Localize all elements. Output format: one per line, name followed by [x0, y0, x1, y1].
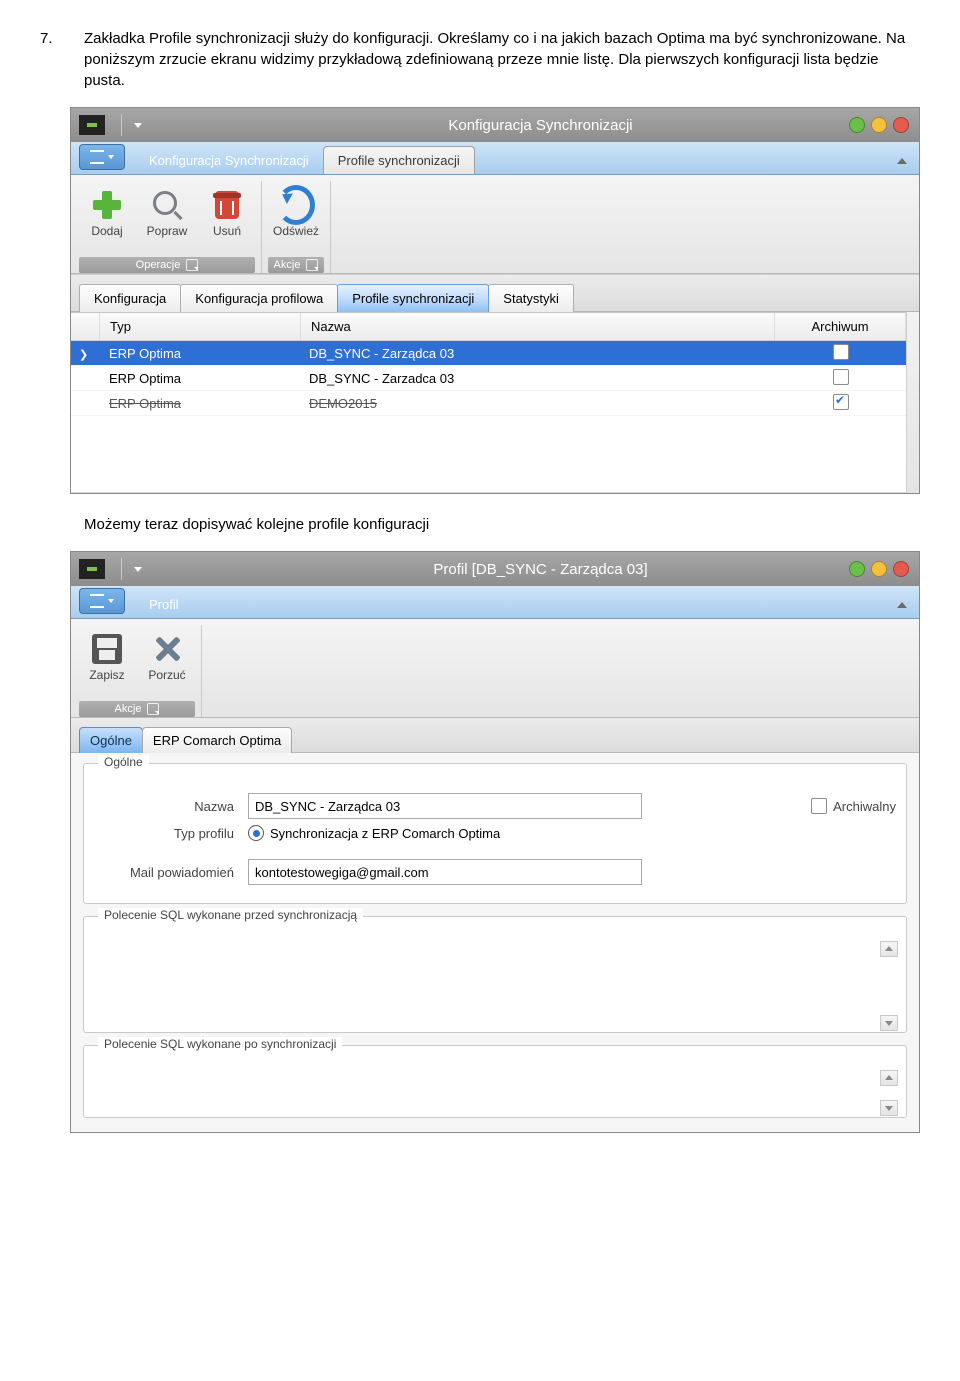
sync-config-window: Konfiguracja Synchronizacji Konfiguracja… — [70, 107, 920, 494]
edit-button[interactable]: Popraw — [139, 181, 195, 253]
app-icon[interactable] — [79, 115, 105, 135]
subtab-config-profile[interactable]: Konfiguracja profilowa — [180, 284, 338, 312]
window-title: Konfiguracja Synchronizacji — [142, 117, 849, 134]
x-icon — [153, 635, 181, 663]
ribbon-group-actions: Zapisz Porzuć Akcje — [77, 625, 202, 717]
maximize-button[interactable] — [871, 117, 887, 133]
qat-dropdown-icon[interactable] — [134, 567, 142, 572]
ribbon-tab-config[interactable]: Konfiguracja Synchronizacji — [135, 147, 323, 174]
minimize-button[interactable] — [849, 117, 865, 133]
col-type[interactable]: Typ — [100, 313, 301, 340]
form-tab-erp[interactable]: ERP Comarch Optima — [142, 727, 292, 753]
fieldset-sql-after: Polecenie SQL wykonane po synchronizacji — [83, 1045, 907, 1118]
quick-access-toolbar[interactable] — [79, 588, 125, 614]
mid-paragraph: Możemy teraz dopisywać kolejne profile k… — [84, 516, 912, 533]
close-button[interactable] — [893, 117, 909, 133]
col-name[interactable]: Nazwa — [301, 313, 775, 340]
archive-checkbox[interactable] — [833, 369, 849, 385]
archive-checkbox[interactable] — [833, 344, 849, 360]
ribbon-tab-profiles[interactable]: Profile synchronizacji — [323, 146, 475, 174]
form-tab-strip: Ogólne ERP Comarch Optima — [71, 718, 919, 753]
textarea-scrollbar[interactable] — [880, 940, 896, 1032]
titlebar[interactable]: Profil [DB_SYNC - Zarządca 03] — [71, 552, 919, 586]
magnifier-icon — [153, 191, 181, 219]
subtab-stats[interactable]: Statystyki — [488, 284, 574, 312]
name-input[interactable] — [248, 793, 642, 819]
grid-row[interactable]: ERP Optima DEMO2015 — [71, 391, 906, 416]
refresh-icon — [277, 185, 315, 225]
subtab-config[interactable]: Konfiguracja — [79, 284, 181, 312]
ribbon-tab-strip: Profil — [71, 586, 919, 619]
textarea-scrollbar[interactable] — [880, 1069, 896, 1117]
minimize-button[interactable] — [849, 561, 865, 577]
sub-tab-strip: Konfiguracja Konfiguracja profilowa Prof… — [71, 274, 919, 312]
list-number: 7. — [62, 28, 84, 49]
save-button[interactable]: Zapisz — [79, 625, 135, 697]
group-dialog-launcher[interactable] — [147, 703, 159, 715]
ribbon-collapse-icon[interactable] — [897, 602, 907, 608]
form-tab-general[interactable]: Ogólne — [79, 727, 143, 753]
group-dialog-launcher[interactable] — [306, 259, 318, 271]
radio-sync-erp[interactable] — [248, 825, 264, 841]
fieldset-sql-before: Polecenie SQL wykonane przed synchroniza… — [83, 916, 907, 1033]
plus-icon — [92, 190, 122, 220]
vertical-scrollbar[interactable] — [906, 312, 919, 493]
instruction-paragraph: 7.Zakładka Profile synchronizacji służy … — [84, 28, 912, 91]
col-archive[interactable]: Archiwum — [775, 313, 906, 340]
grid-row[interactable]: ERP Optima DB_SYNC - Zarzadca 03 — [71, 366, 906, 391]
maximize-button[interactable] — [871, 561, 887, 577]
grid-row[interactable]: ERP Optima DB_SYNC - Zarządca 03 — [71, 341, 906, 366]
window-title: Profil [DB_SYNC - Zarządca 03] — [142, 561, 849, 578]
titlebar[interactable]: Konfiguracja Synchronizacji — [71, 108, 919, 142]
ribbon-collapse-icon[interactable] — [897, 158, 907, 164]
ribbon-tab-profile[interactable]: Profil — [135, 591, 193, 618]
ribbon: Dodaj Popraw Usuń Operacje Odśwież Akcje — [71, 175, 919, 274]
ribbon-tab-strip: Konfiguracja Synchronizacji Profile sync… — [71, 142, 919, 175]
profile-window: Profil [DB_SYNC - Zarządca 03] Profil Za… — [70, 551, 920, 1133]
delete-button[interactable]: Usuń — [199, 181, 255, 253]
ribbon: Zapisz Porzuć Akcje — [71, 619, 919, 718]
subtab-profiles[interactable]: Profile synchronizacji — [337, 284, 489, 312]
fieldset-general: Ogólne Nazwa Archiwalny Typ profilu Sync… — [83, 763, 907, 904]
archive-checkbox-wrap: Archiwalny — [811, 798, 896, 814]
ribbon-group-actions: Odśwież Akcje — [266, 181, 331, 273]
fieldset-legend: Polecenie SQL wykonane po synchronizacji — [98, 1037, 342, 1051]
discard-button[interactable]: Porzuć — [139, 625, 195, 697]
fieldset-legend: Polecenie SQL wykonane przed synchroniza… — [98, 908, 363, 922]
fieldset-legend: Ogólne — [98, 755, 149, 769]
form-body: Ogólne Nazwa Archiwalny Typ profilu Sync… — [71, 753, 919, 1132]
archive-checkbox[interactable] — [833, 394, 849, 410]
instruction-text: Zakładka Profile synchronizacji służy do… — [84, 30, 905, 89]
grid-header: Typ Nazwa Archiwum — [71, 313, 906, 341]
sql-after-textarea[interactable] — [94, 1069, 880, 1113]
group-dialog-launcher[interactable] — [186, 259, 198, 271]
sql-before-textarea[interactable] — [94, 940, 880, 1028]
app-icon[interactable] — [79, 559, 105, 579]
qat-dropdown-icon[interactable] — [134, 123, 142, 128]
label-profile-type: Typ profilu — [94, 826, 248, 841]
close-button[interactable] — [893, 561, 909, 577]
archive-checkbox[interactable] — [811, 798, 827, 814]
mail-input[interactable] — [248, 859, 642, 885]
trash-icon — [215, 191, 239, 219]
label-mail: Mail powiadomień — [94, 865, 248, 880]
refresh-button[interactable]: Odśwież — [268, 181, 324, 253]
profiles-grid: Typ Nazwa Archiwum ERP Optima DB_SYNC - … — [71, 312, 919, 493]
add-button[interactable]: Dodaj — [79, 181, 135, 253]
label-name: Nazwa — [94, 799, 248, 814]
ribbon-group-operations: Dodaj Popraw Usuń Operacje — [77, 181, 262, 273]
quick-access-toolbar[interactable] — [79, 144, 125, 170]
floppy-icon — [92, 634, 122, 664]
